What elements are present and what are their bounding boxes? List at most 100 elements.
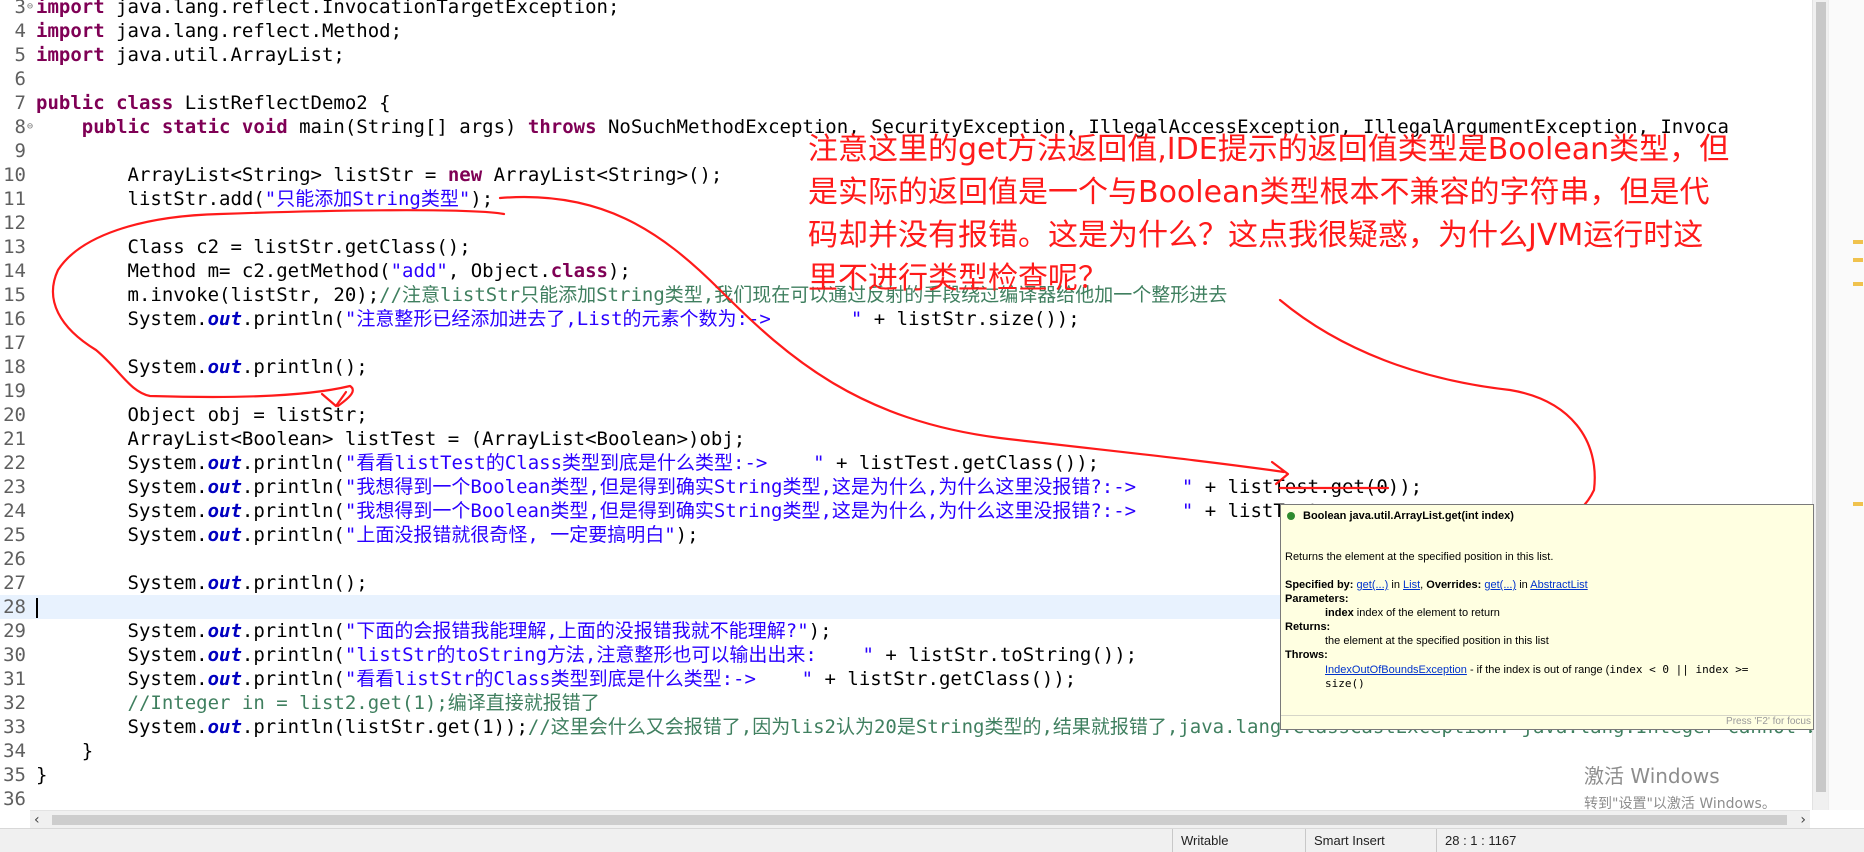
line-number: 24: [3, 500, 26, 522]
code-token: "看看listTest的Class类型到底是什么类型:-> ": [344, 452, 825, 474]
overrides-link[interactable]: get(...): [1484, 579, 1516, 591]
code-line[interactable]: 4 import java.lang.reflect.Method;: [0, 19, 1812, 43]
param-name: index: [1325, 607, 1354, 619]
code-line[interactable]: 35}: [0, 763, 1812, 787]
overview-ruler-marker[interactable]: [1853, 502, 1863, 506]
code-line[interactable]: 23 System.out.println("我想得到一个Boolean类型,但…: [0, 475, 1812, 499]
focus-hint: Press 'F2' for focus: [1281, 715, 1811, 727]
code-line[interactable]: 18 System.out.println();: [0, 355, 1812, 379]
code-token: public static void: [81, 116, 288, 138]
overview-ruler[interactable]: [1828, 0, 1864, 810]
line-number: 21: [3, 428, 26, 450]
code-token: out: [207, 308, 242, 330]
code-token: .println(: [241, 476, 345, 498]
code-token: "我想得到一个Boolean类型,但是得到确实String类型,这是为什么,为什…: [344, 500, 1194, 522]
code-line[interactable]: 19: [0, 379, 1812, 403]
list-link[interactable]: List: [1403, 579, 1420, 591]
code-token: + listStr.size());: [862, 308, 1080, 330]
code-token: out: [207, 572, 242, 594]
line-number: 35: [3, 764, 26, 786]
overview-ruler-marker[interactable]: [1853, 258, 1863, 262]
code-token: System.: [36, 572, 208, 594]
code-token: public class: [36, 92, 174, 114]
line-number: 27: [3, 572, 26, 594]
scroll-right-icon[interactable]: ›: [1800, 811, 1806, 829]
code-token: java.lang.reflect.InvocationTargetExcept…: [104, 0, 620, 18]
code-text: Object obj = listStr;: [36, 403, 368, 427]
line-number: 12: [3, 212, 26, 234]
code-line[interactable]: 17: [0, 331, 1812, 355]
code-text: System.out.println("listStr的toString方法,注…: [36, 643, 1138, 667]
code-token: }: [36, 764, 48, 786]
code-text: System.out.println("上面没报错就很奇怪, 一定要搞明白");: [36, 523, 699, 547]
horizontal-scrollbar-thumb[interactable]: [52, 815, 1787, 825]
code-token: ArrayList<Boolean> listTest = (ArrayList…: [36, 428, 746, 450]
code-text: [36, 595, 38, 619]
javadoc-hover-popup[interactable]: Boolean java.util.ArrayList.get(int inde…: [1280, 504, 1814, 730]
code-line[interactable]: 20 Object obj = listStr;: [0, 403, 1812, 427]
code-line[interactable]: 21 ArrayList<Boolean> listTest = (ArrayL…: [0, 427, 1812, 451]
throws-link[interactable]: IndexOutOfBoundsException: [1325, 664, 1467, 676]
code-token: );: [675, 524, 699, 546]
abstract-list-link[interactable]: AbstractList: [1530, 579, 1587, 591]
line-number: 6: [14, 68, 26, 90]
code-token: );: [607, 260, 631, 282]
code-line[interactable]: 22 System.out.println("看看listTest的Class类…: [0, 451, 1812, 475]
code-token: .println(: [241, 452, 345, 474]
code-token: , Object.: [447, 260, 551, 282]
horizontal-scrollbar[interactable]: ‹ ›: [30, 810, 1810, 829]
code-line[interactable]: 7 public class ListReflectDemo2 {: [0, 91, 1812, 115]
line-number: 4: [14, 20, 26, 42]
line-number: 8: [14, 116, 26, 138]
code-text: ArrayList<Boolean> listTest = (ArrayList…: [36, 427, 746, 451]
code-line[interactable]: 5 import java.util.ArrayList;: [0, 43, 1812, 67]
line-number: 13: [3, 236, 26, 258]
line-number: 17: [3, 332, 26, 354]
status-cursor-position[interactable]: 28 : 1 : 1167: [1436, 829, 1585, 852]
line-number: 31: [3, 668, 26, 690]
code-line[interactable]: 3 ⊖ import java.lang.reflect.InvocationTar…: [0, 0, 1812, 19]
code-token: System.: [36, 668, 208, 690]
code-token: .println(: [241, 524, 345, 546]
code-token: new: [447, 164, 483, 186]
fold-toggle-icon[interactable]: ⊖: [27, 115, 33, 139]
status-writable: Writable: [1172, 829, 1301, 852]
code-token: System.: [36, 452, 208, 474]
code-text: System.out.println("我想得到一个Boolean类型,但是得到…: [36, 499, 1331, 523]
code-token: .println(: [241, 500, 345, 522]
code-line[interactable]: 34 }: [0, 739, 1812, 763]
code-token: System.: [36, 644, 208, 666]
status-insert-mode[interactable]: Smart Insert: [1305, 829, 1434, 852]
code-line[interactable]: 6: [0, 67, 1812, 91]
code-token: "add": [390, 260, 448, 282]
code-text: System.out.println();: [36, 355, 368, 379]
line-number: 18: [3, 356, 26, 378]
scroll-left-icon[interactable]: ‹: [34, 811, 40, 829]
specified-by-link[interactable]: get(...): [1357, 579, 1389, 591]
line-number: 20: [3, 404, 26, 426]
code-token: .println();: [241, 572, 368, 594]
code-token: ArrayList<String>();: [482, 164, 723, 186]
code-text: }: [36, 763, 47, 787]
throws-code: index < 0 || index >=: [1609, 663, 1749, 676]
code-text: import java.lang.reflect.Method;: [36, 19, 402, 43]
fold-toggle-icon[interactable]: ⊖: [27, 0, 33, 19]
code-text: ArrayList<String> listStr = new ArrayLis…: [36, 163, 723, 187]
line-number: 15: [3, 284, 26, 306]
code-line[interactable]: 36: [0, 787, 1812, 810]
code-text: System.out.println("注意整形已经添加进去了,List的元素个…: [36, 307, 1080, 331]
overview-ruler-marker[interactable]: [1853, 282, 1863, 286]
code-token: System.: [36, 620, 208, 642]
overview-ruler-marker[interactable]: [1853, 240, 1863, 244]
code-token: "看看listStr的Class类型到底是什么类型:-> ": [344, 668, 814, 690]
code-token: listStr.add(: [36, 188, 265, 210]
code-token: "我想得到一个Boolean类型,但是得到确实String类型,这是为什么,为什…: [344, 476, 1194, 498]
code-token: "注意整形已经添加进去了,List的元素个数为:-> ": [344, 308, 863, 330]
annotation-note: 注意这里的get方法返回值,IDE提示的返回值类型是Boolean类型，但 是实…: [808, 132, 1730, 296]
code-token: class: [550, 260, 608, 282]
code-text: System.out.println("看看listStr的Class类型到底是…: [36, 667, 1077, 691]
vertical-scrollbar-thumb[interactable]: [1816, 2, 1826, 792]
vertical-scrollbar[interactable]: [1812, 0, 1829, 810]
code-token: java.lang.reflect.Method;: [104, 20, 403, 42]
code-line[interactable]: 16 System.out.println("注意整形已经添加进去了,List的…: [0, 307, 1812, 331]
